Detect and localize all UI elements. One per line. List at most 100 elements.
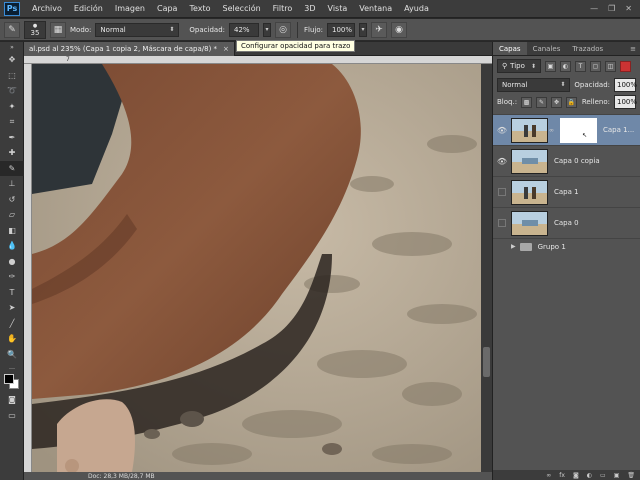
lock-position-icon[interactable]: ✥ [551,96,563,108]
trash-icon[interactable]: 🗑 [627,472,635,479]
visibility-toggle[interactable] [493,188,511,196]
stamp-tool-icon[interactable]: ⊥ [0,176,24,192]
screen-mode-icon[interactable]: ▭ [0,408,24,424]
lock-all-icon[interactable]: 🔒 [566,96,578,108]
mask-link-icon[interactable]: ∞ [549,127,554,134]
eraser-tool-icon[interactable]: ▱ [0,207,24,223]
menu-capa[interactable]: Capa [151,4,183,13]
spot-heal-tool-icon[interactable]: ✚ [0,145,24,161]
new-group-icon[interactable]: ▭ [600,472,606,479]
brush-tool-icon[interactable]: ✎ [0,160,24,176]
layer-row[interactable]: 👁 ∞ ↖ Capa 1... [493,114,640,145]
flow-dropdown[interactable]: ▾ [359,22,367,37]
lock-transparent-icon[interactable]: ▩ [521,96,533,108]
lock-pixels-icon[interactable]: ✎ [536,96,548,108]
link-layers-icon[interactable]: ∞ [546,472,551,479]
menu-filtro[interactable]: Filtro [267,4,299,13]
color-swatches[interactable] [0,372,23,392]
close-icon[interactable]: ✕ [625,4,632,13]
eye-icon[interactable]: 👁 [493,157,511,166]
layer-name[interactable]: Capa 1... [603,126,634,134]
fill-input[interactable]: 100% [614,95,637,109]
brush-preset-icon[interactable]: ✎ [4,21,20,38]
minimize-icon[interactable]: — [590,4,598,13]
add-mask-icon[interactable]: ◙ [573,472,579,479]
eyedropper-tool-icon[interactable]: ✒ [0,130,24,146]
layer-group-row[interactable]: ▶ Grupo 1 [493,238,640,254]
extra-tools-icon[interactable]: … [0,362,24,372]
layer-name[interactable]: Capa 1 [554,188,579,196]
restore-icon[interactable]: ❐ [608,4,615,13]
layer-name[interactable]: Capa 0 [554,219,579,227]
layer-row[interactable]: Capa 0 [493,207,640,238]
visibility-toggle[interactable] [493,219,511,227]
tab-canales[interactable]: Canales [527,42,567,55]
menu-vista[interactable]: Vista [322,4,354,13]
path-select-tool-icon[interactable]: ➤ [0,300,24,316]
scrollbar-thumb[interactable] [483,347,490,377]
type-filter-icon[interactable]: T [575,60,586,72]
tab-capas[interactable]: Capas [493,42,527,55]
zoom-tool-icon[interactable]: 🔍 [0,347,24,363]
layer-name[interactable]: Capa 0 copia [554,157,600,165]
quick-select-tool-icon[interactable]: ✦ [0,99,24,115]
document-tab[interactable]: al.psd al 235% (Capa 1 copia 2, Máscara … [24,42,235,56]
layer-row[interactable]: 👁 Capa 0 copia [493,145,640,176]
move-tool-icon[interactable]: ✥ [0,52,24,68]
menu-imagen[interactable]: Imagen [109,4,151,13]
menu-texto[interactable]: Texto [183,4,216,13]
eye-icon[interactable]: 👁 [493,126,511,135]
opacity-dropdown[interactable]: ▾ [263,22,271,37]
airbrush-icon[interactable]: ✈ [371,21,387,38]
folder-icon [519,242,532,251]
adjustment-layer-icon[interactable]: ◐ [587,472,592,479]
brush-size-picker[interactable]: ● 35 [24,20,46,39]
menu-3d[interactable]: 3D [298,4,321,13]
menu-seleccion[interactable]: Selección [217,4,267,13]
new-layer-icon[interactable]: ▣ [614,472,620,479]
menu-edicion[interactable]: Edición [68,4,109,13]
group-name[interactable]: Grupo 1 [538,243,566,251]
marquee-tool-icon[interactable]: ⬚ [0,68,24,84]
flow-label: Flujo: [304,25,323,34]
collapse-icon[interactable]: » [0,42,24,52]
blur-tool-icon[interactable]: 💧 [0,238,24,254]
mode-select[interactable]: Normal ⬍ [95,22,180,37]
menu-ventana[interactable]: Ventana [353,4,398,13]
layer-opacity-input[interactable]: 100% [614,77,637,92]
pixel-filter-icon[interactable]: ▣ [545,60,556,72]
dodge-tool-icon[interactable]: ● [0,254,24,270]
flow-input[interactable]: 100% [327,22,355,37]
history-brush-tool-icon[interactable]: ↺ [0,192,24,208]
tab-trazados[interactable]: Trazados [566,42,609,55]
expand-arrow-icon[interactable]: ▶ [511,243,516,250]
panel-menu-icon[interactable]: ≡ [630,42,640,55]
layer-style-icon[interactable]: fx [559,472,565,479]
opacity-input[interactable]: 42% [229,22,259,37]
pen-tool-icon[interactable]: ✑ [0,269,24,285]
bucket-tool-icon[interactable]: ◧ [0,223,24,239]
brush-panel-icon[interactable]: ▦ [50,21,66,38]
crop-tool-icon[interactable]: ⌗ [0,114,24,130]
filter-toggle-icon[interactable] [620,60,631,72]
hand-tool-icon[interactable]: ✋ [0,331,24,347]
document-canvas[interactable] [32,64,481,472]
lasso-tool-icon[interactable]: ➰ [0,83,24,99]
vertical-scrollbar[interactable] [481,64,492,472]
line-tool-icon[interactable]: ╱ [0,316,24,332]
close-icon[interactable]: × [223,45,229,53]
menu-ayuda[interactable]: Ayuda [398,4,435,13]
adjustment-filter-icon[interactable]: ◐ [560,60,571,72]
quick-mask-icon[interactable]: ◙ [0,392,24,408]
layer-mask-thumbnail[interactable]: ↖ [560,117,597,143]
shape-filter-icon[interactable]: ▢ [590,60,601,72]
layer-row[interactable]: Capa 1 [493,176,640,207]
smart-object-filter-icon[interactable]: ◫ [605,60,616,72]
pressure-size-icon[interactable]: ◉ [391,21,407,38]
blend-mode-select[interactable]: Normal ⬍ [497,77,571,92]
foreground-color-swatch[interactable] [4,374,14,384]
pressure-opacity-icon[interactable]: ◎ [275,21,291,38]
menu-archivo[interactable]: Archivo [26,4,68,13]
type-tool-icon[interactable]: T [0,285,24,301]
filter-kind-select[interactable]: ⚲ Tipo ⬍ [497,59,541,73]
